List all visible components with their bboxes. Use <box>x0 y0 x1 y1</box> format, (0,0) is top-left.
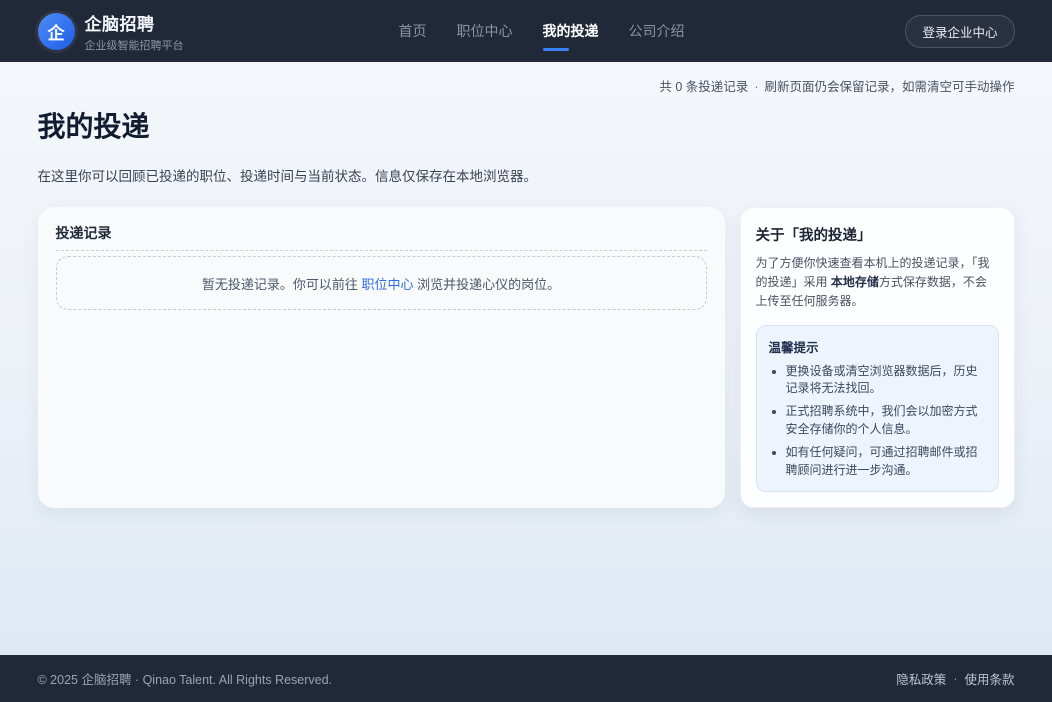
about-my-applications-card: 关于「我的投递」 为了方便你快速查看本机上的投递记录，「我的投递」采用 本地存储… <box>740 207 1015 508</box>
tips-item: 正式招聘系统中，我们会以加密方式安全存储你的个人信息。 <box>786 403 986 438</box>
meta-separator: · <box>754 80 758 94</box>
footer-links: 隐私政策 · 使用条款 <box>896 669 1014 688</box>
empty-records-placeholder: 暂无投递记录。你可以前往 职位中心 浏览并投递心仪的岗位。 <box>56 256 707 310</box>
footer-links-separator: · <box>953 672 957 686</box>
page-description: 在这里你可以回顾已投递的职位、投递时间与当前状态。信息仅保存在本地浏览器。 <box>38 165 1015 185</box>
terms-of-use-link[interactable]: 使用条款 <box>964 669 1014 688</box>
login-enterprise-button[interactable]: 登录企业中心 <box>905 15 1014 48</box>
main-content: 共 0 条投递记录 · 刷新页面仍会保留记录，如需清空可手动操作 我的投递 在这里你… <box>0 62 1052 655</box>
application-records-card: 投递记录 暂无投递记录。你可以前往 职位中心 浏览并投递心仪的岗位。 <box>38 207 725 508</box>
applications-meta-line: 共 0 条投递记录 · 刷新页面仍会保留记录，如需清空可手动操作 <box>38 76 1015 95</box>
footer-copyright: © 2025 企脑招聘 · Qinao Talent. All Rights R… <box>38 669 333 688</box>
brand[interactable]: 企 企脑招聘 企业级智能招聘平台 <box>38 10 184 53</box>
about-card-body: 为了方便你快速查看本机上的投递记录，「我的投递」采用 本地存储方式保存数据，不会… <box>756 254 999 312</box>
empty-text-prefix: 暂无投递记录。你可以前往 <box>202 277 362 292</box>
nav-item-home[interactable]: 首页 <box>399 15 427 47</box>
main-nav: 首页 职位中心 我的投递 公司介绍 <box>399 15 685 47</box>
tips-title: 温馨提示 <box>769 337 986 356</box>
brand-logo-icon: 企 <box>38 13 75 50</box>
page-footer: © 2025 企脑招聘 · Qinao Talent. All Rights R… <box>0 655 1052 702</box>
records-card-title: 投递记录 <box>56 223 707 251</box>
job-center-link[interactable]: 职位中心 <box>361 277 413 292</box>
tips-list: 更换设备或清空浏览器数据后，历史记录将无法找回。 正式招聘系统中，我们会以加密方… <box>769 363 986 479</box>
about-card-title: 关于「我的投递」 <box>756 224 999 245</box>
brand-title: 企脑招聘 <box>85 10 184 35</box>
top-navbar: 企 企脑招聘 企业级智能招聘平台 首页 职位中心 我的投递 公司介绍 登录企业中… <box>0 0 1052 62</box>
tips-item: 如有任何疑问，可通过招聘邮件或招聘顾问进行进一步沟通。 <box>786 444 986 479</box>
content-columns: 投递记录 暂无投递记录。你可以前往 职位中心 浏览并投递心仪的岗位。 关于「我的… <box>38 207 1015 508</box>
applications-count: 共 0 条投递记录 <box>659 80 748 94</box>
empty-text-suffix: 浏览并投递心仪的岗位。 <box>414 277 561 292</box>
brand-subtitle: 企业级智能招聘平台 <box>85 37 184 53</box>
nav-item-about-company[interactable]: 公司介绍 <box>629 15 685 47</box>
applications-note: 刷新页面仍会保留记录，如需清空可手动操作 <box>764 80 1014 94</box>
nav-item-jobs[interactable]: 职位中心 <box>457 15 513 47</box>
nav-item-my-applications[interactable]: 我的投递 <box>543 15 599 47</box>
privacy-policy-link[interactable]: 隐私政策 <box>896 669 946 688</box>
tips-item: 更换设备或清空浏览器数据后，历史记录将无法找回。 <box>786 363 986 398</box>
page-title: 我的投递 <box>38 105 1015 145</box>
tips-box: 温馨提示 更换设备或清空浏览器数据后，历史记录将无法找回。 正式招聘系统中，我们… <box>756 325 999 492</box>
about-body-local-storage: 本地存储 <box>831 275 879 289</box>
